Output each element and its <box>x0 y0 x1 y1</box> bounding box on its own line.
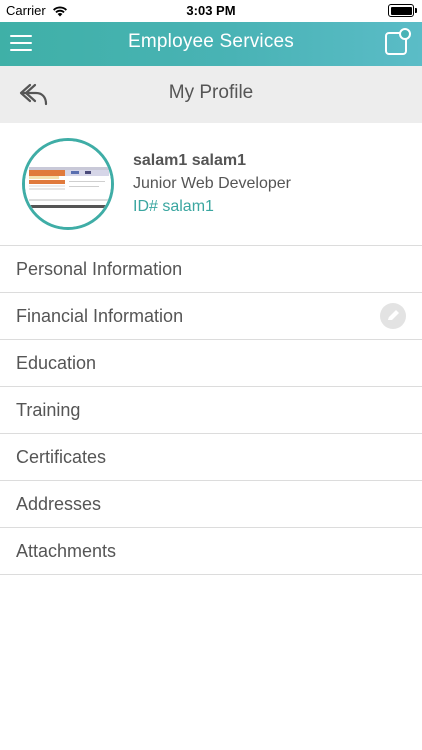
page-title: My Profile <box>168 82 254 103</box>
edit-button[interactable] <box>380 303 406 329</box>
status-bar: Carrier 3:03 PM <box>0 0 422 22</box>
menu-item-addresses[interactable]: Addresses <box>0 480 422 527</box>
menu-item-financial-information[interactable]: Financial Information <box>0 292 422 339</box>
profile-name: salam1 salam1 <box>133 152 246 169</box>
profile-menu-list: Personal Information Financial Informati… <box>0 245 422 575</box>
menu-item-label: Financial Information <box>16 306 184 326</box>
status-time: 3:03 PM <box>186 3 236 18</box>
menu-item-label: Training <box>16 400 81 420</box>
menu-item-label: Certificates <box>16 447 107 467</box>
battery-icon <box>388 4 417 17</box>
menu-item-personal-information[interactable]: Personal Information <box>0 245 422 292</box>
menu-item-education[interactable]: Education <box>0 339 422 386</box>
menu-item-label: Personal Information <box>16 259 183 279</box>
menu-item-label: Attachments <box>16 541 117 561</box>
notification-square-icon[interactable] <box>384 28 412 56</box>
profile-id: ID# salam1 <box>133 198 214 215</box>
menu-item-certificates[interactable]: Certificates <box>0 433 422 480</box>
avatar-image <box>25 141 111 227</box>
pencil-icon <box>388 310 399 320</box>
sub-header: My Profile <box>0 66 422 123</box>
profile-role: Junior Web Developer <box>133 175 292 192</box>
avatar <box>22 138 114 230</box>
menu-item-attachments[interactable]: Attachments <box>0 527 422 575</box>
menu-item-label: Addresses <box>16 494 102 514</box>
menu-item-training[interactable]: Training <box>0 386 422 433</box>
app-title: Employee Services <box>127 31 295 52</box>
status-right <box>388 4 417 17</box>
app-bar: Employee Services <box>0 22 422 66</box>
menu-item-label: Education <box>16 353 97 373</box>
profile-card: salam1 salam1 Junior Web Developer ID# s… <box>0 123 422 245</box>
